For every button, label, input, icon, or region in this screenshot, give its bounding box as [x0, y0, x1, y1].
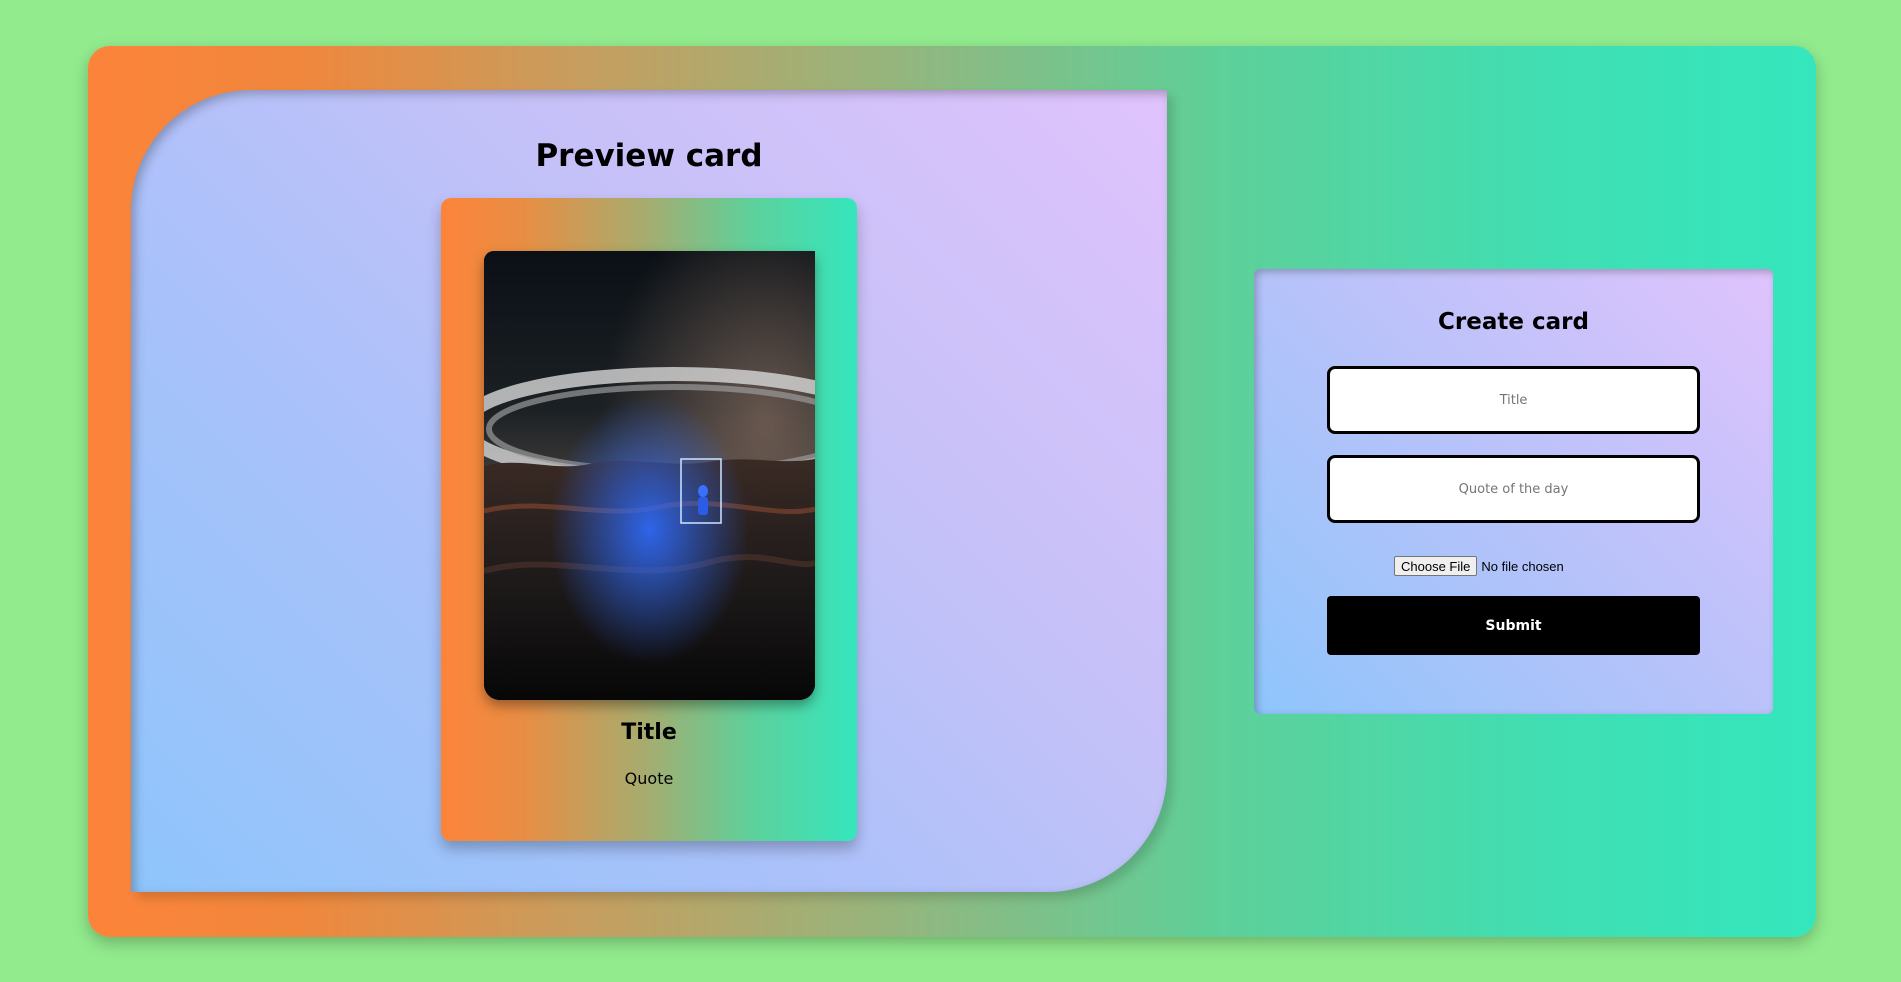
card-title: Title — [621, 720, 677, 745]
card-quote: Quote — [624, 769, 674, 788]
choose-file-button[interactable]: Choose File — [1394, 556, 1478, 576]
file-upload: Choose File No file chosen — [1394, 556, 1564, 576]
preview-heading: Preview card — [535, 138, 763, 174]
title-input[interactable] — [1327, 366, 1700, 434]
form-heading: Create card — [1438, 309, 1589, 335]
quote-input[interactable] — [1327, 455, 1700, 523]
card-image — [484, 251, 815, 700]
astronaut-portal-image — [484, 251, 815, 700]
file-status: No file chosen — [1481, 558, 1564, 574]
submit-button[interactable]: Submit — [1327, 596, 1700, 655]
